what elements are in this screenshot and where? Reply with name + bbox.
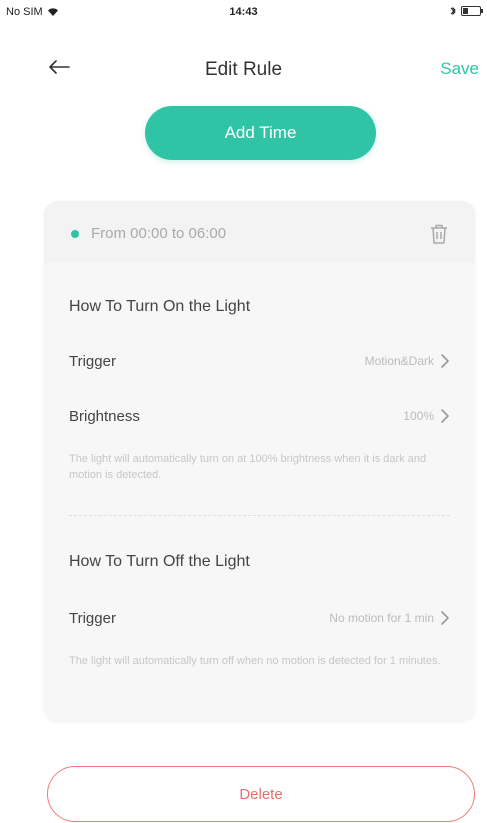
turn-off-note: The light will automatically turn off wh… [69, 655, 441, 667]
off-trigger-label: Trigger [69, 609, 116, 627]
off-trigger-row[interactable]: Trigger No motion for 1 min [69, 606, 450, 630]
chevron-right-icon [441, 611, 449, 625]
add-time-button[interactable]: Add Time [145, 106, 376, 160]
brightness-value-group: 100% [403, 408, 450, 424]
status-right [449, 6, 483, 16]
turn-on-section-title: How To Turn On the Light [69, 298, 251, 315]
brightness-label: Brightness [69, 407, 140, 425]
time-range[interactable]: From 00:00 to 06:00 [91, 225, 226, 242]
save-button[interactable]: Save [440, 59, 479, 79]
off-trigger-value: No motion for 1 min [329, 611, 434, 625]
battery-icon [461, 6, 483, 16]
nav-bar: Edit Rule Save [0, 44, 487, 88]
clock: 14:43 [229, 6, 258, 18]
chevron-right-icon [441, 409, 449, 423]
delete-time-button[interactable] [429, 223, 449, 245]
bluetooth-icon [450, 6, 456, 16]
rule-card-header: From 00:00 to 06:00 [44, 201, 475, 263]
turn-off-section-title: How To Turn Off the Light [69, 553, 250, 570]
edit-rule-screen: No SIM 14:43 Edit Rule Save Add Time Fro… [0, 0, 487, 823]
active-status-dot [71, 230, 79, 238]
chevron-right-icon [441, 354, 449, 368]
brightness-value: 100% [403, 409, 434, 423]
off-trigger-value-group: No motion for 1 min [329, 610, 450, 626]
brightness-row[interactable]: Brightness 100% [69, 404, 450, 428]
section-divider [69, 515, 450, 516]
on-trigger-value: Motion&Dark [364, 354, 434, 368]
page-title: Edit Rule [204, 59, 283, 80]
rule-card: From 00:00 to 06:00 How To Turn On the L… [44, 201, 475, 721]
trash-icon [431, 224, 447, 244]
turn-on-note: The light will automatically turn on at … [69, 453, 427, 481]
on-trigger-label: Trigger [69, 352, 116, 370]
status-bar: No SIM 14:43 [0, 0, 487, 24]
on-trigger-row[interactable]: Trigger Motion&Dark [69, 349, 450, 373]
on-trigger-value-group: Motion&Dark [365, 353, 450, 369]
delete-button[interactable]: Delete [47, 766, 475, 822]
